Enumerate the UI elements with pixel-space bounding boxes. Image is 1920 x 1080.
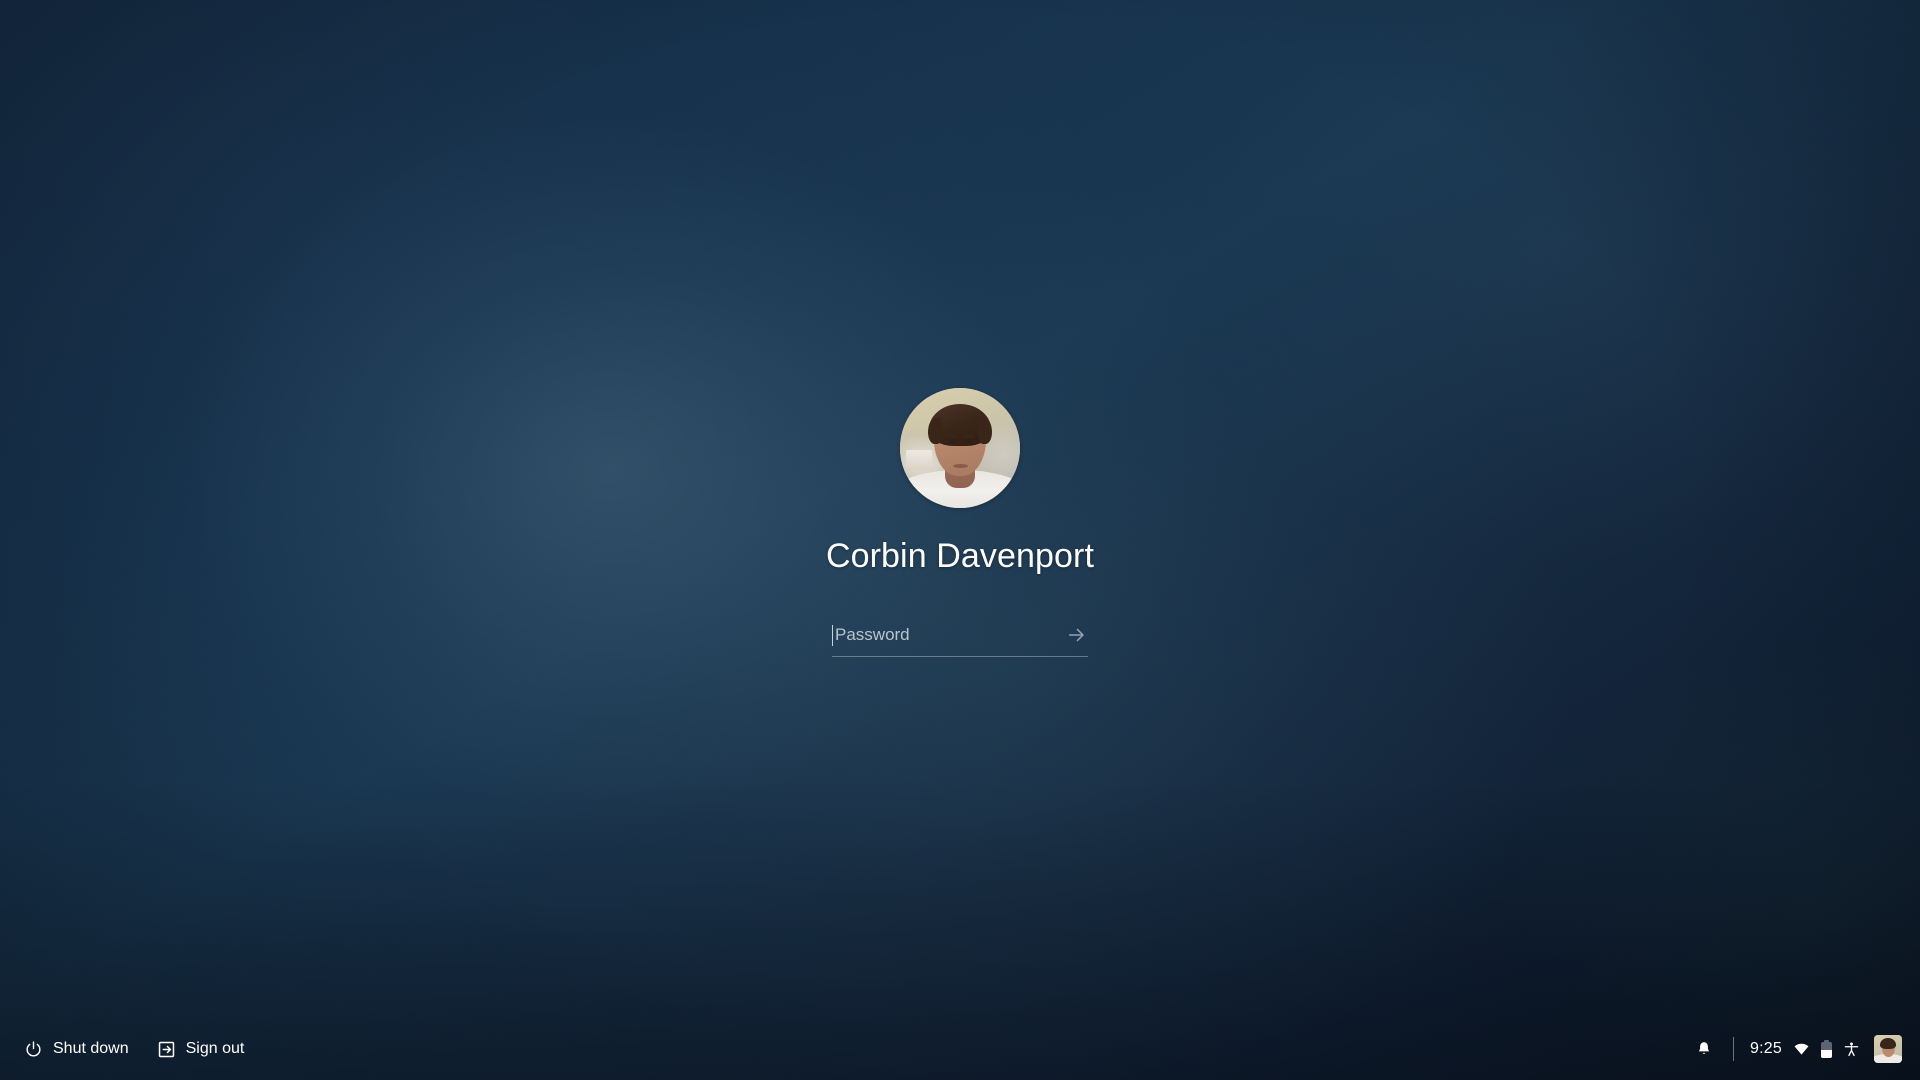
avatar-photo-eyebrow-right xyxy=(963,435,974,438)
avatar-photo-mouth xyxy=(953,464,968,468)
avatar-photo-eye-left xyxy=(948,440,956,444)
avatar[interactable] xyxy=(900,388,1020,508)
battery-fill xyxy=(1821,1049,1832,1058)
accessibility-icon xyxy=(1844,1041,1859,1056)
tray-avatar[interactable] xyxy=(1874,1035,1902,1063)
avatar-photo-eyebrow-left xyxy=(946,435,957,438)
shut-down-label: Shut down xyxy=(53,1040,129,1057)
power-icon xyxy=(26,1040,41,1057)
battery-body xyxy=(1821,1042,1832,1058)
avatar-photo-hair-left xyxy=(928,418,942,444)
avatar-photo-hair-right xyxy=(978,418,992,444)
arrow-right-icon xyxy=(1068,629,1084,642)
shelf-left-group: Shut down Sign out xyxy=(12,1029,256,1069)
notification-button[interactable] xyxy=(1683,1029,1725,1069)
password-submit-button[interactable] xyxy=(1060,618,1094,652)
sign-out-button[interactable]: Sign out xyxy=(145,1029,257,1069)
status-tray-button[interactable]: 9:25 xyxy=(1746,1028,1910,1070)
tray-clock: 9:25 xyxy=(1750,1040,1782,1057)
avatar-photo-background-object xyxy=(906,450,932,470)
tray-separator xyxy=(1733,1037,1735,1061)
wifi-icon xyxy=(1794,1043,1809,1055)
bell-icon xyxy=(1698,1042,1710,1054)
shelf-right-group: 9:25 xyxy=(1683,1028,1910,1070)
password-input[interactable] xyxy=(833,614,1060,656)
shelf: Shut down Sign out 9:25 xyxy=(0,1018,1920,1080)
avatar-photo-eye-right xyxy=(965,440,973,444)
battery-icon xyxy=(1821,1040,1832,1058)
tray-avatar-hair xyxy=(1880,1038,1896,1049)
shut-down-button[interactable]: Shut down xyxy=(12,1029,141,1069)
login-pod: Corbin Davenport xyxy=(0,388,1920,657)
password-field[interactable] xyxy=(832,614,1088,657)
user-name: Corbin Davenport xyxy=(825,537,1095,575)
sign-out-label: Sign out xyxy=(185,1040,245,1057)
exit-to-app-icon xyxy=(158,1041,174,1057)
